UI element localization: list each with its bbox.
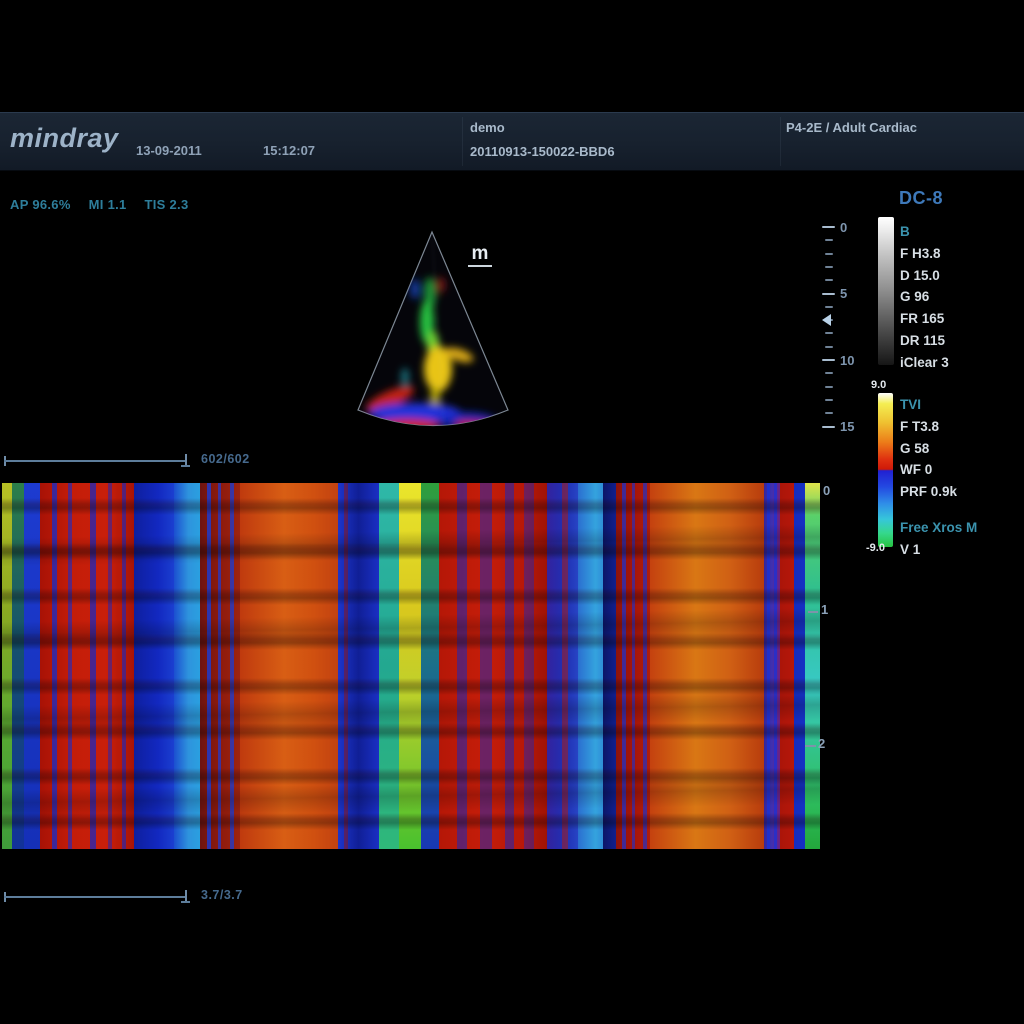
sweep-time-counter: 3.7/3.7	[201, 888, 243, 902]
mindray-logo: mindray	[10, 123, 119, 154]
bmode-params: B F H3.8 D 15.0 G 96 FR 165 DR 115 iClea…	[900, 221, 949, 374]
bmode-depth: D 15.0	[900, 265, 949, 287]
top-info-bar: mindray 13-09-2011 15:12:07 demo 2011091…	[0, 112, 1024, 171]
ruler-tick	[825, 412, 833, 414]
focus-position-marker[interactable]	[822, 314, 831, 326]
exam-id: 20110913-150022-BBD6	[470, 144, 615, 159]
tvi-gain: G 58	[900, 438, 957, 460]
depth-label-5: 5	[840, 286, 847, 301]
depth-label-0: 0	[840, 220, 847, 235]
depth-ruler: 0 5 10 15	[820, 222, 872, 438]
cine-frame-counter: 602/602	[201, 452, 250, 466]
tvi-label: TVI	[900, 394, 957, 416]
ruler-tick	[822, 426, 835, 428]
sector-svg	[345, 227, 521, 441]
bmode-framerate: FR 165	[900, 308, 949, 330]
topbar-divider	[462, 117, 463, 166]
bmode-dynamicrange: DR 115	[900, 330, 949, 352]
bmode-frequency: F H3.8	[900, 243, 949, 265]
bmode-iclear: iClear 3	[900, 352, 949, 374]
cine-progress-bar[interactable]	[4, 460, 186, 462]
tvi-wallfilter: WF 0	[900, 459, 957, 481]
tvi-scale-min: -9.0	[866, 542, 885, 554]
system-model-label: DC-8	[899, 188, 943, 209]
mmode-depth-1: 1	[821, 602, 828, 617]
ruler-tick	[825, 372, 833, 374]
mmode-depth-0: 0	[823, 483, 830, 498]
ruler-tick	[822, 359, 835, 361]
ruler-tick	[825, 239, 833, 241]
depth-label-10: 10	[840, 353, 854, 368]
ruler-tick	[822, 226, 835, 228]
free-xros-m-label: Free Xros M	[900, 520, 977, 535]
tvi-scale-max: 9.0	[871, 379, 886, 391]
topbar-divider	[780, 117, 781, 166]
bmode-label: B	[900, 221, 949, 243]
mmode-motion-texture	[2, 483, 820, 849]
ultrasound-screen: mindray 13-09-2011 15:12:07 demo 2011091…	[0, 0, 1024, 1024]
tvi-color-bar	[878, 393, 893, 547]
acoustic-status-line: AP 96.6% MI 1.1 TIS 2.3	[10, 197, 203, 212]
exam-date: 13-09-2011	[136, 143, 202, 158]
bmode-gain: G 96	[900, 286, 949, 308]
patient-name: demo	[470, 120, 505, 135]
depth-label-15: 15	[840, 419, 854, 434]
ruler-tick	[825, 386, 833, 388]
ruler-tick	[825, 346, 833, 348]
exam-time: 15:12:07	[263, 143, 315, 158]
sweep-marker-foot	[181, 901, 190, 903]
tis-value: TIS 2.3	[144, 197, 188, 212]
cine-marker-foot	[181, 465, 190, 467]
mmode-tvi-trace-image	[2, 483, 820, 849]
tvi-prf: PRF 0.9k	[900, 481, 957, 503]
bmode-grayscale-bar	[878, 217, 894, 365]
probe-preset: P4-2E / Adult Cardiac	[786, 120, 917, 135]
acoustic-power-value: AP 96.6%	[10, 197, 71, 212]
mmode-depth-tick-1	[808, 611, 818, 613]
mmode-depth-tick-2	[805, 745, 816, 747]
ruler-tick	[825, 253, 833, 255]
sweep-time-bar[interactable]	[4, 896, 186, 898]
tvi-params: TVI F T3.8 G 58 WF 0 PRF 0.9k	[900, 394, 957, 503]
ruler-tick	[825, 266, 833, 268]
ruler-tick	[825, 279, 833, 281]
ruler-tick	[825, 399, 833, 401]
ruler-tick	[825, 306, 833, 308]
tvi-frequency: F T3.8	[900, 416, 957, 438]
bmode-sector-image	[345, 227, 521, 441]
mmode-depth-2: 2	[818, 736, 825, 751]
ruler-tick	[822, 293, 835, 295]
mi-value: MI 1.1	[89, 197, 127, 212]
mline-marker-label: m	[468, 243, 492, 267]
ruler-tick	[825, 332, 833, 334]
free-xros-m-param: V 1	[900, 542, 920, 557]
